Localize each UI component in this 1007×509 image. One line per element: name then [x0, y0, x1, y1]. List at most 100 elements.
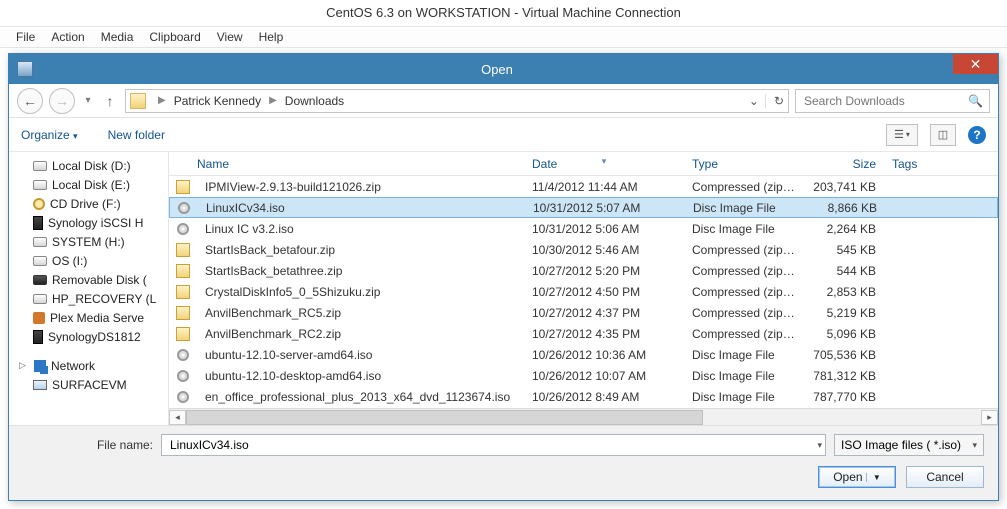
file-name: ubuntu-12.10-server-amd64.iso [197, 348, 524, 362]
zip-file-icon [175, 326, 191, 342]
scroll-right-button[interactable]: ▸ [981, 410, 998, 425]
scroll-track[interactable] [186, 410, 981, 425]
sort-indicator-icon: ▾ [602, 156, 607, 167]
file-row[interactable]: ubuntu-12.10-server-amd64.iso10/26/2012 … [169, 344, 998, 365]
col-name[interactable]: Name [169, 157, 524, 171]
open-dialog: Open ✕ ← → ▾ ↑ ▶ Patrick Kennedy ▶ Downl… [8, 53, 999, 501]
dialog-footer: File name: ▾ ISO Image files ( *.iso) ▾ [9, 426, 998, 500]
file-row[interactable]: AnvilBenchmark_RC2.zip10/27/2012 4:35 PM… [169, 323, 998, 344]
nas-icon [33, 330, 43, 344]
tree-item[interactable]: Synology iSCSI H [15, 213, 168, 232]
scroll-thumb[interactable] [186, 410, 703, 425]
file-row[interactable]: ubuntu-12.10-desktop-amd64.iso10/26/2012… [169, 365, 998, 386]
tree-item-label: SURFACEVM [52, 378, 127, 392]
cancel-button[interactable]: Cancel [906, 466, 984, 488]
chevron-right-icon[interactable]: ▶ [263, 95, 283, 106]
chevron-right-icon[interactable]: ▶ [152, 95, 172, 106]
up-button[interactable]: ↑ [101, 93, 119, 109]
tree-item-label: Synology iSCSI H [48, 216, 143, 230]
file-name: StartIsBack_betathree.zip [197, 264, 524, 278]
tree-item[interactable]: Plex Media Serve [15, 308, 168, 327]
zip-file-icon [175, 242, 191, 258]
file-filter-label: ISO Image files ( *.iso) [841, 438, 961, 452]
horizontal-scrollbar[interactable]: ◂ ▸ [169, 408, 998, 425]
open-split-icon[interactable]: ▼ [866, 473, 881, 482]
menu-help[interactable]: Help [253, 28, 290, 46]
file-row[interactable]: StartIsBack_betafour.zip10/30/2012 5:46 … [169, 239, 998, 260]
file-name: AnvilBenchmark_RC2.zip [197, 327, 524, 341]
scroll-left-button[interactable]: ◂ [169, 410, 186, 425]
filename-label: File name: [23, 438, 153, 452]
filename-dropdown-icon[interactable]: ▾ [817, 440, 822, 451]
tree-item[interactable]: CD Drive (F:) [15, 194, 168, 213]
col-tags[interactable]: Tags [884, 157, 998, 171]
menu-view[interactable]: View [211, 28, 249, 46]
zip-file-icon [175, 284, 191, 300]
help-button[interactable]: ? [968, 126, 986, 144]
open-button[interactable]: Open ▼ [818, 466, 896, 488]
tree-item-label: Removable Disk ( [52, 273, 147, 287]
chevron-down-icon: ▾ [73, 131, 78, 141]
close-button[interactable]: ✕ [953, 54, 998, 74]
nav-tree[interactable]: Local Disk (D:) Local Disk (E:) CD Drive (… [9, 152, 169, 425]
tree-network-child[interactable]: SURFACEVM [15, 375, 168, 394]
tree-network[interactable]: ▷Network [15, 356, 168, 375]
drive-icon [33, 161, 47, 171]
file-row[interactable]: Linux IC v3.2.iso10/31/2012 5:06 AMDisc … [169, 218, 998, 239]
iso-file-icon [175, 389, 191, 405]
address-dropdown-icon[interactable]: ⌄ [743, 94, 765, 108]
nas-icon [33, 216, 43, 230]
file-row[interactable]: en_office_professional_plus_2013_x64_dvd… [169, 386, 998, 407]
file-size: 2,264 KB [804, 222, 884, 236]
view-options-button[interactable]: ☰ ▾ [886, 124, 918, 146]
tree-item[interactable]: OS (I:) [15, 251, 168, 270]
file-type: Compressed (zipp... [684, 243, 804, 257]
tree-item-label: Local Disk (E:) [52, 178, 130, 192]
preview-pane-button[interactable]: ◫ [930, 124, 956, 146]
col-size[interactable]: Size [804, 157, 884, 171]
search-icon[interactable]: 🔍 [968, 94, 983, 108]
new-folder-button[interactable]: New folder [108, 128, 165, 142]
refresh-button[interactable]: ↻ [765, 94, 784, 108]
chevron-right-icon[interactable]: ▷ [19, 360, 29, 371]
forward-button[interactable]: → [49, 88, 75, 114]
breadcrumb[interactable]: ▶ Patrick Kennedy ▶ Downloads ⌄ ↻ [125, 89, 789, 113]
back-button[interactable]: ← [17, 88, 43, 114]
iso-file-icon [175, 347, 191, 363]
tree-item[interactable]: SYSTEM (H:) [15, 232, 168, 251]
breadcrumb-current[interactable]: Downloads [283, 94, 346, 108]
menu-media[interactable]: Media [95, 28, 140, 46]
history-dropdown[interactable]: ▾ [81, 95, 95, 106]
tree-item[interactable]: Removable Disk ( [15, 270, 168, 289]
file-row[interactable]: LinuxICv34.iso10/31/2012 5:07 AMDisc Ima… [169, 197, 998, 218]
dialog-titlebar[interactable]: Open ✕ [9, 54, 998, 84]
file-row[interactable]: StartIsBack_betathree.zip10/27/2012 5:20… [169, 260, 998, 281]
breadcrumb-parent[interactable]: Patrick Kennedy [172, 94, 263, 108]
tree-item[interactable]: Local Disk (D:) [15, 156, 168, 175]
zip-file-icon [175, 305, 191, 321]
filename-input[interactable] [168, 437, 819, 453]
menu-clipboard[interactable]: Clipboard [143, 28, 206, 46]
tree-item[interactable]: HP_RECOVERY (L [15, 289, 168, 308]
file-row[interactable]: AnvilBenchmark_RC5.zip10/27/2012 4:37 PM… [169, 302, 998, 323]
network-icon [34, 360, 46, 372]
file-row[interactable]: IPMIView-2.9.13-build121026.zip11/4/2012… [169, 176, 998, 197]
file-date: 10/26/2012 8:49 AM [524, 390, 684, 404]
zip-file-icon [175, 263, 191, 279]
search-input[interactable] [802, 93, 968, 109]
tree-item[interactable]: SynologyDS1812 [15, 327, 168, 346]
file-row[interactable]: CrystalDiskInfo5_0_5Shizuku.zip10/27/201… [169, 281, 998, 302]
menu-action[interactable]: Action [45, 28, 90, 46]
column-headers: Name ▾Date Type Size Tags [169, 152, 998, 176]
outer-window-title: CentOS 6.3 on WORKSTATION - Virtual Mach… [0, 0, 1007, 26]
search-box[interactable]: 🔍 [795, 89, 990, 113]
col-type[interactable]: Type [684, 157, 804, 171]
organize-menu[interactable]: Organize ▾ [21, 128, 78, 142]
iso-file-icon [176, 200, 192, 216]
tree-item[interactable]: Local Disk (E:) [15, 175, 168, 194]
filename-input-wrap[interactable]: ▾ [161, 434, 826, 456]
file-filter-select[interactable]: ISO Image files ( *.iso) ▾ [834, 434, 984, 456]
file-type: Disc Image File [685, 201, 805, 215]
menu-file[interactable]: File [10, 28, 41, 46]
col-date[interactable]: ▾Date [524, 157, 684, 171]
